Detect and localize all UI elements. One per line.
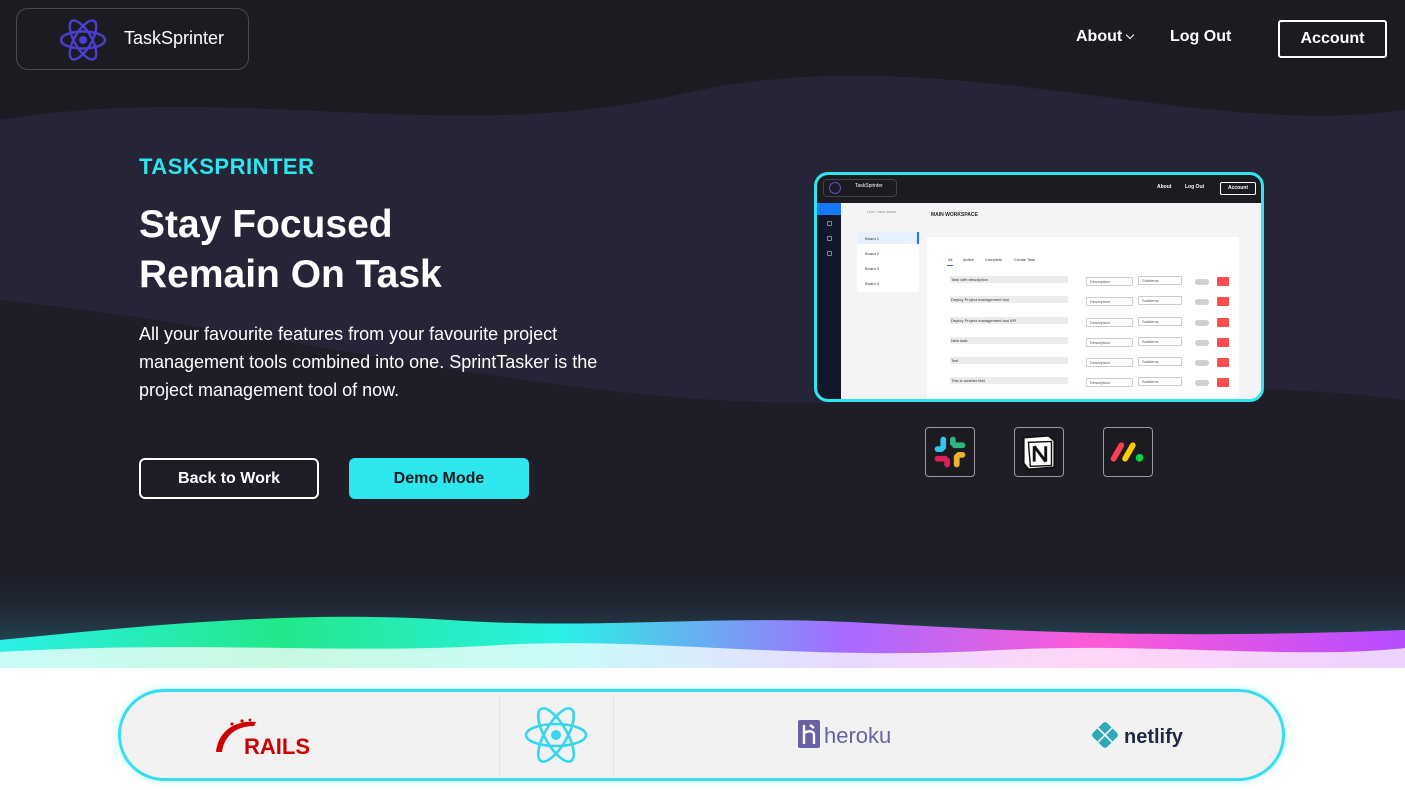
react-icon [524, 707, 588, 763]
preview-breadcrumb: Live / new name [867, 209, 897, 214]
hero-eyebrow: TASKSPRINTER [139, 154, 315, 179]
preview-task-row: New task [950, 337, 1068, 344]
slack-icon [925, 427, 975, 477]
netlify-logo: netlify [1092, 722, 1184, 748]
netlify-wordmark: netlify [1124, 726, 1184, 748]
preview-toggle [1195, 360, 1209, 366]
hero-headline-line1: Stay Focused [139, 203, 393, 246]
preview-subitems-field: Subitems [1138, 296, 1182, 305]
preview-task-row: Task with description [950, 276, 1068, 283]
preview-tab: All [948, 257, 953, 262]
preview-about: About [1157, 184, 1172, 190]
hero-section: TaskSprinter About Log Out Account TASKS… [0, 0, 1405, 668]
preview-task-row: Deploy Project management tool [950, 296, 1068, 303]
preview-description-field: Description [1086, 378, 1133, 387]
brand-home-link[interactable]: TaskSprinter [16, 8, 249, 70]
preview-toggle [1195, 320, 1209, 326]
atom-logo-icon [59, 19, 107, 61]
app-preview-image: TaskSprinter About Log Out Account Live … [814, 172, 1264, 402]
hero-headline-line2: Remain On Task [139, 253, 442, 296]
preview-subitems-field: Subitems [1138, 377, 1182, 386]
preview-rail-item [827, 251, 832, 256]
preview-rail-item [827, 221, 832, 226]
preview-rail-active [817, 203, 841, 215]
preview-account: Account [1220, 182, 1256, 195]
monday-logo [1110, 442, 1144, 462]
preview-description-field: Description [1086, 338, 1133, 347]
hero-headline: Stay Focused Remain On Task [139, 200, 442, 300]
preview-toggle [1195, 340, 1209, 346]
preview-delete [1217, 358, 1229, 367]
back-to-work-button[interactable]: Back to Work [139, 458, 319, 499]
preview-board: Board 4 [865, 281, 880, 286]
preview-workspace-title: MAIN WORKSPACE [931, 212, 978, 218]
rails-wordmark: RAILS [244, 734, 310, 758]
tech-divider [613, 696, 614, 776]
preview-description-field: Description [1086, 297, 1133, 306]
heroku-logo: heroku [798, 720, 891, 748]
preview-subitems-field: Subitems [1138, 337, 1182, 346]
preview-board: Board 3 [865, 266, 880, 271]
preview-delete [1217, 277, 1229, 286]
slack-logo [934, 436, 966, 468]
preview-subitems-field: Subitems [1138, 317, 1182, 326]
preview-toggle [1195, 279, 1209, 285]
nav-about-label: About [1076, 28, 1123, 45]
chevron-down-icon [1125, 30, 1135, 40]
preview-subitems-field: Subitems [1138, 357, 1182, 366]
preview-description-field: Description [1086, 318, 1133, 327]
preview-delete [1217, 338, 1229, 347]
preview-delete [1217, 318, 1229, 327]
preview-tab: Complete [985, 257, 1003, 262]
preview-tab: Active [963, 257, 974, 262]
demo-mode-button[interactable]: Demo Mode [349, 458, 529, 499]
notion-logo [1022, 434, 1056, 471]
preview-task-row: Deploy Project management tool API [950, 317, 1068, 324]
tech-divider [499, 696, 500, 776]
preview-delete [1217, 378, 1229, 387]
preview-logout: Log Out [1185, 184, 1205, 190]
heroku-wordmark: heroku [824, 723, 891, 748]
preview-toggle [1195, 299, 1209, 305]
preview-toggle [1195, 380, 1209, 386]
preview-tab: Create Task [1014, 257, 1036, 262]
preview-atom-icon [829, 182, 841, 194]
preview-task-row: Test [950, 357, 1068, 364]
preview-subitems-field: Subitems [1138, 276, 1182, 285]
preview-board: Board 1 [865, 236, 880, 241]
preview-board-list: Board 1 Board 2 Board 3 Board 4 [857, 232, 919, 292]
preview-brand-name: TaskSprinter [855, 183, 883, 189]
preview-description-field: Description [1086, 358, 1133, 367]
notion-icon [1014, 427, 1064, 477]
preview-tab-underline [947, 265, 953, 266]
preview-task-row: This is another test [950, 377, 1068, 384]
brand-name: TaskSprinter [124, 28, 225, 48]
nav-logout-link[interactable]: Log Out [1170, 28, 1231, 46]
preview-sidebar-rail [817, 203, 841, 399]
preview-board: Board 2 [865, 251, 880, 256]
preview-navbar: TaskSprinter About Log Out Account [817, 175, 1261, 203]
monday-icon [1103, 427, 1153, 477]
hero-subtext: All your favourite features from your fa… [139, 324, 598, 400]
nav-about-dropdown[interactable]: About [1076, 28, 1135, 46]
rails-logo: RAILS [216, 718, 310, 758]
account-button[interactable]: Account [1278, 20, 1387, 58]
preview-delete [1217, 297, 1229, 306]
preview-rail-item [827, 236, 832, 241]
preview-description-field: Description [1086, 277, 1133, 286]
